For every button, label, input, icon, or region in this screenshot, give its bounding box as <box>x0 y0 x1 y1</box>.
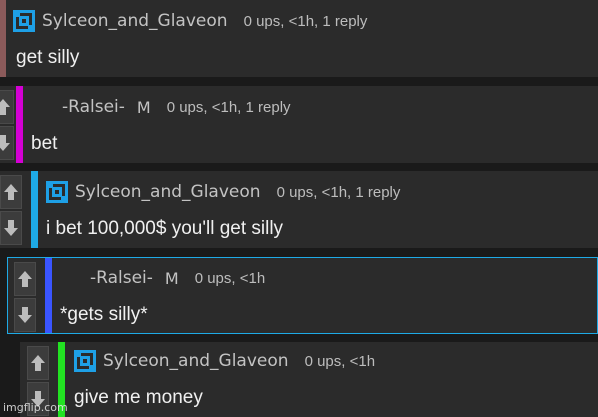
comment-text: i bet 100,000$ you'll get silly <box>46 218 284 239</box>
comment-text: get silly <box>16 47 80 68</box>
arrow-down-icon <box>4 220 18 236</box>
comment-header: -Ralsei- M 0 ups, <1h, 1 reply <box>62 95 291 119</box>
thread-stripe <box>16 86 23 163</box>
vote-controls <box>0 171 26 248</box>
username-link[interactable]: -Ralsei- <box>62 97 125 117</box>
comment-text: give me money <box>74 387 203 408</box>
thread-stripe <box>45 258 52 333</box>
comment-1: Sylceon_and_Glaveon 0 ups, <1h, 1 reply … <box>0 0 598 77</box>
arrow-up-icon <box>4 184 18 200</box>
comment-meta: 0 ups, <1h, 1 reply <box>243 12 368 30</box>
downvote-button[interactable] <box>0 211 22 245</box>
avatar-icon[interactable] <box>13 10 35 32</box>
comment-text: *gets silly* <box>60 304 148 325</box>
avatar-icon[interactable] <box>74 350 96 372</box>
username-link[interactable]: Sylceon_and_Glaveon <box>103 351 289 371</box>
arrow-up-icon <box>0 99 10 115</box>
thread-stripe <box>0 0 6 77</box>
avatar-icon[interactable] <box>46 181 68 203</box>
comment-header: Sylceon_and_Glaveon 0 ups, <1h, 1 reply <box>46 180 400 204</box>
username-link[interactable]: -Ralsei- <box>90 268 153 288</box>
comment-3: Sylceon_and_Glaveon 0 ups, <1h, 1 reply … <box>0 171 598 248</box>
mod-badge: M <box>136 97 151 117</box>
username-link[interactable]: Sylceon_and_Glaveon <box>42 11 228 31</box>
watermark: imgflip.com <box>3 401 68 414</box>
comment-4: -Ralsei- M 0 ups, <1h *gets silly* <box>7 257 598 334</box>
comment-5: Sylceon_and_Glaveon 0 ups, <1h give me m… <box>20 342 598 417</box>
upvote-button[interactable] <box>14 262 36 296</box>
upvote-button[interactable] <box>27 346 49 380</box>
vote-controls <box>0 86 14 163</box>
username-link[interactable]: Sylceon_and_Glaveon <box>75 182 261 202</box>
downvote-button[interactable] <box>0 126 14 160</box>
upvote-button[interactable] <box>0 175 22 209</box>
comment-2: -Ralsei- M 0 ups, <1h, 1 reply bet <box>0 86 598 163</box>
comment-meta: 0 ups, <1h <box>194 269 266 287</box>
comment-meta: 0 ups, <1h, 1 reply <box>276 183 401 201</box>
arrow-down-icon <box>18 307 32 323</box>
comment-meta: 0 ups, <1h <box>304 352 376 370</box>
upvote-button[interactable] <box>0 90 14 124</box>
comment-header: Sylceon_and_Glaveon 0 ups, <1h, 1 reply <box>13 9 367 33</box>
vote-controls <box>8 258 38 333</box>
thread-stripe <box>31 171 38 248</box>
arrow-up-icon <box>18 271 32 287</box>
comment-header: Sylceon_and_Glaveon 0 ups, <1h <box>74 349 375 373</box>
comment-text: bet <box>31 133 58 154</box>
arrow-up-icon <box>31 355 45 371</box>
comment-meta: 0 ups, <1h, 1 reply <box>166 98 291 116</box>
mod-badge: M <box>164 268 179 288</box>
arrow-down-icon <box>0 135 10 151</box>
comment-header: -Ralsei- M 0 ups, <1h <box>90 266 265 290</box>
downvote-button[interactable] <box>14 298 36 332</box>
